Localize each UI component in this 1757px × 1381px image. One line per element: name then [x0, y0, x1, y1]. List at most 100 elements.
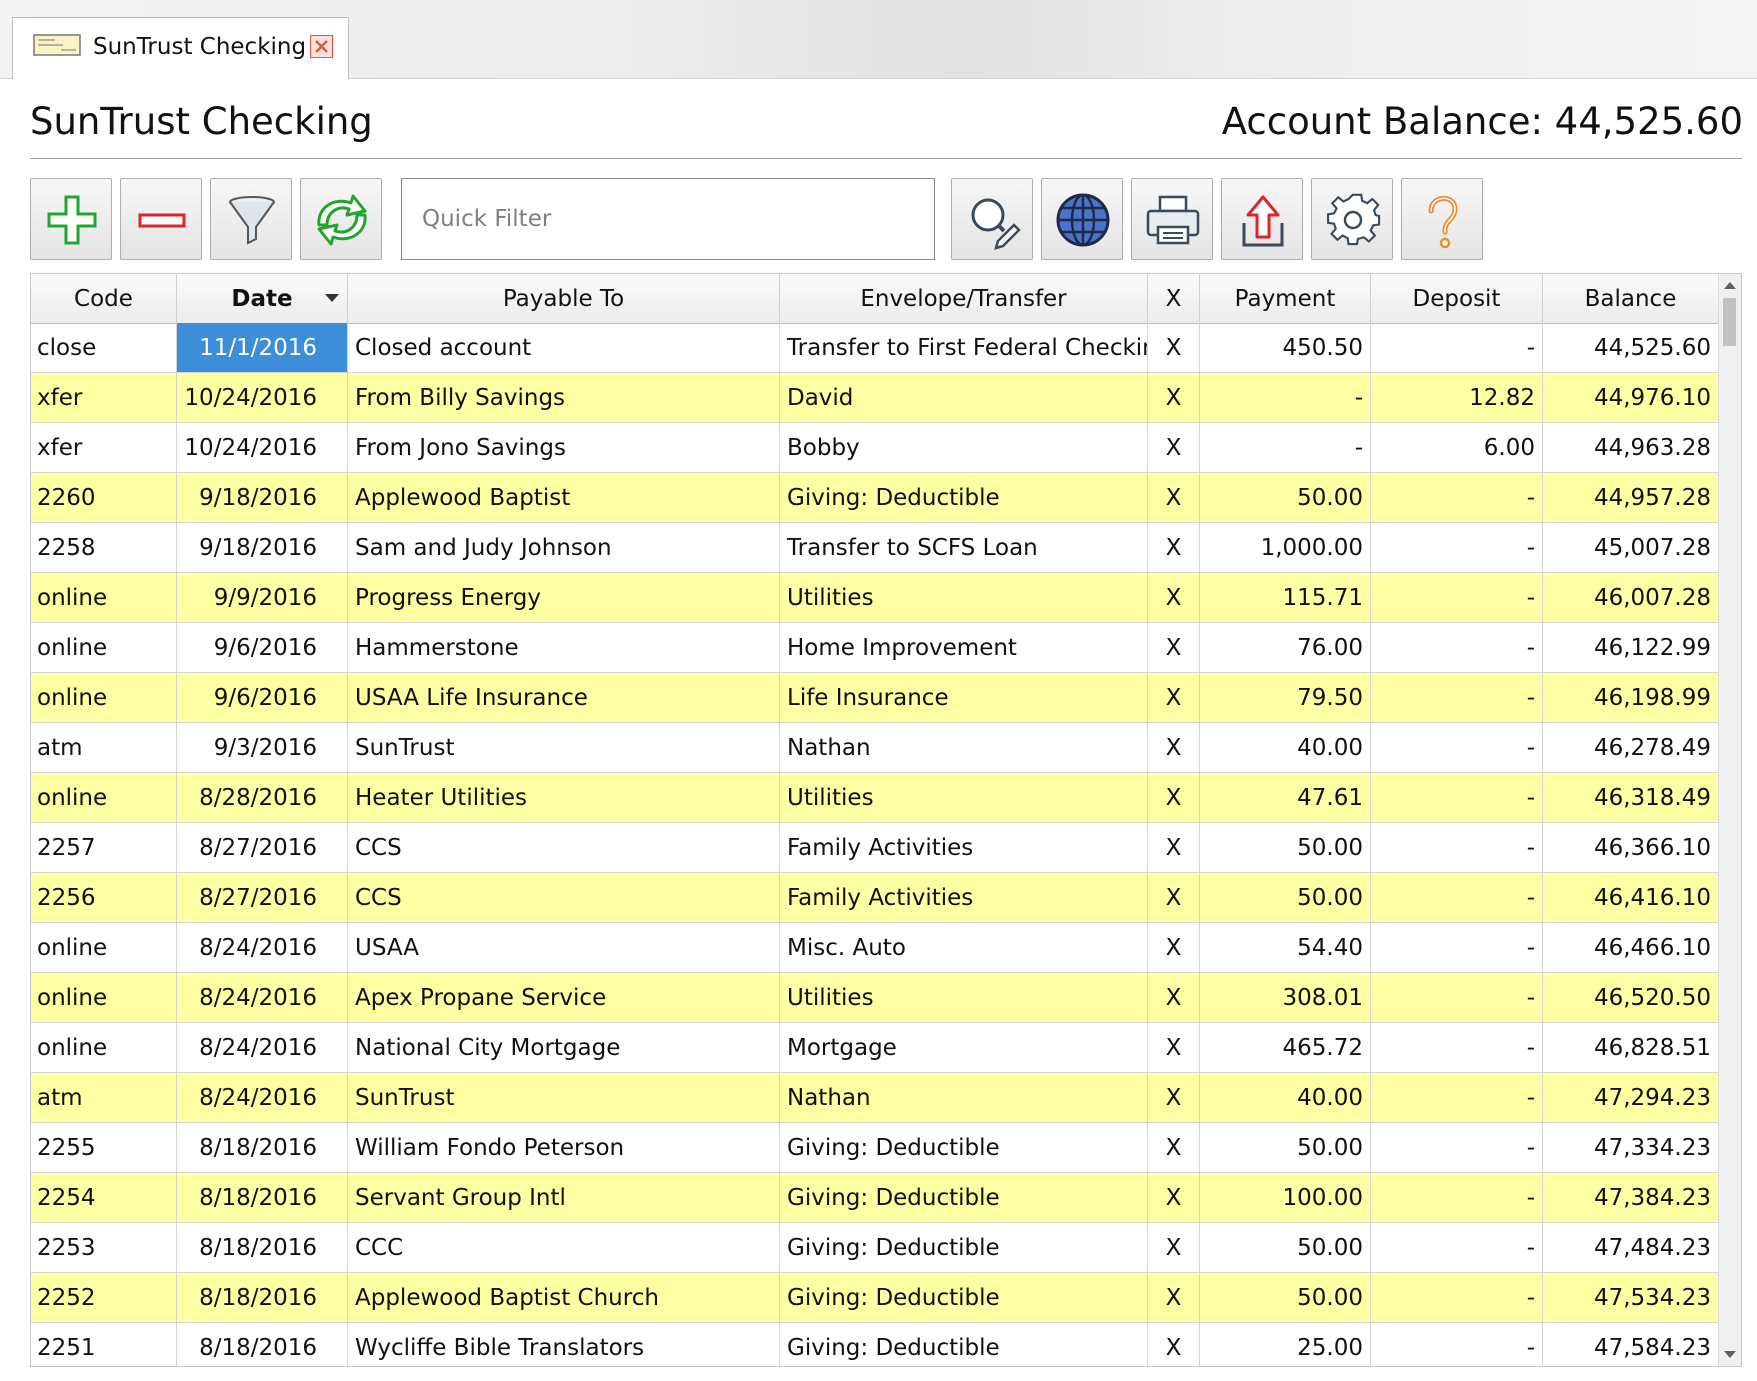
cell-balance[interactable]: 44,525.60: [1543, 323, 1719, 372]
cell-date[interactable]: 8/18/2016: [177, 1223, 348, 1272]
cell-payable-to[interactable]: USAA Life Insurance: [348, 673, 780, 722]
table-row[interactable]: 2256 8/27/2016 CCS Family Activities X 50.00-…: [31, 873, 1719, 923]
cell-payment[interactable]: 308.01: [1200, 973, 1371, 1022]
cell-envelope[interactable]: Mortgage: [780, 1023, 1148, 1072]
cell-envelope[interactable]: Giving: Deductible: [780, 1273, 1148, 1322]
cell-balance[interactable]: 46,318.49: [1543, 773, 1719, 822]
cell-date[interactable]: 8/18/2016: [177, 1273, 348, 1322]
cell-payment[interactable]: 50.00: [1200, 1223, 1371, 1272]
cell-balance[interactable]: 47,484.23: [1543, 1223, 1719, 1272]
cell-cleared[interactable]: X: [1148, 1273, 1200, 1322]
cell-date[interactable]: 8/24/2016: [177, 1073, 348, 1122]
cell-cleared[interactable]: X: [1148, 923, 1200, 972]
cell-envelope[interactable]: Nathan: [780, 723, 1148, 772]
scroll-down-arrow-icon[interactable]: [1724, 1351, 1736, 1358]
help-button[interactable]: [1401, 178, 1483, 260]
table-row[interactable]: online 8/24/2016 USAA Misc. Auto X 54.40-46,4…: [31, 923, 1719, 973]
column-header-payable-to[interactable]: Payable To: [348, 274, 780, 323]
table-row[interactable]: online 9/6/2016 Hammerstone Home Improvemen…: [31, 623, 1719, 673]
cell-envelope[interactable]: Giving: Deductible: [780, 1123, 1148, 1172]
table-row[interactable]: 2255 8/18/2016 William Fondo Peterson Givin…: [31, 1123, 1719, 1173]
cell-cleared[interactable]: X: [1148, 1073, 1200, 1122]
cell-payment[interactable]: 40.00: [1200, 723, 1371, 772]
cell-date[interactable]: 11/1/2016: [177, 323, 348, 372]
delete-transaction-button[interactable]: [120, 178, 202, 260]
column-header-payment[interactable]: Payment: [1200, 274, 1371, 323]
cell-payment[interactable]: 115.71: [1200, 573, 1371, 622]
cell-code[interactable]: online: [31, 623, 177, 672]
cell-date[interactable]: 9/6/2016: [177, 673, 348, 722]
cell-code[interactable]: 2255: [31, 1123, 177, 1172]
cell-envelope[interactable]: David: [780, 373, 1148, 422]
table-row[interactable]: online 8/24/2016 National City Mortgage Mor…: [31, 1023, 1719, 1073]
cell-payment[interactable]: 50.00: [1200, 473, 1371, 522]
cell-payable-to[interactable]: SunTrust: [348, 723, 780, 772]
table-row[interactable]: online 8/24/2016 Apex Propane Service Utili…: [31, 973, 1719, 1023]
cell-date[interactable]: 9/18/2016: [177, 473, 348, 522]
cell-cleared[interactable]: X: [1148, 1323, 1200, 1366]
cell-balance[interactable]: 46,520.50: [1543, 973, 1719, 1022]
cell-payable-to[interactable]: Heater Utilities: [348, 773, 780, 822]
cell-envelope[interactable]: Life Insurance: [780, 673, 1148, 722]
cell-date[interactable]: 8/24/2016: [177, 973, 348, 1022]
cell-cleared[interactable]: X: [1148, 323, 1200, 372]
column-header-date[interactable]: Date: [177, 274, 348, 323]
cell-payment[interactable]: 465.72: [1200, 1023, 1371, 1072]
cell-deposit[interactable]: -: [1371, 473, 1543, 522]
cell-cleared[interactable]: X: [1148, 573, 1200, 622]
cell-deposit[interactable]: 12.82: [1371, 373, 1543, 422]
cell-payment[interactable]: -: [1200, 373, 1371, 422]
cell-cleared[interactable]: X: [1148, 823, 1200, 872]
cell-date[interactable]: 8/18/2016: [177, 1123, 348, 1172]
settings-button[interactable]: [1311, 178, 1393, 260]
cell-deposit[interactable]: -: [1371, 873, 1543, 922]
cell-envelope[interactable]: Giving: Deductible: [780, 473, 1148, 522]
cell-balance[interactable]: 47,334.23: [1543, 1123, 1719, 1172]
cell-cleared[interactable]: X: [1148, 473, 1200, 522]
cell-cleared[interactable]: X: [1148, 1223, 1200, 1272]
cell-cleared[interactable]: X: [1148, 1023, 1200, 1072]
cell-code[interactable]: atm: [31, 1073, 177, 1122]
tab-suntrust-checking[interactable]: SunTrust Checking: [12, 17, 349, 79]
cell-payable-to[interactable]: Sam and Judy Johnson: [348, 523, 780, 572]
cell-balance[interactable]: 47,584.23: [1543, 1323, 1719, 1366]
cell-balance[interactable]: 47,534.23: [1543, 1273, 1719, 1322]
cell-envelope[interactable]: Transfer to First Federal Checking: [780, 323, 1148, 372]
cell-deposit[interactable]: 6.00: [1371, 423, 1543, 472]
cell-payable-to[interactable]: Wycliffe Bible Translators: [348, 1323, 780, 1366]
table-row[interactable]: 2254 8/18/2016 Servant Group Intl Giving: D…: [31, 1173, 1719, 1223]
cell-cleared[interactable]: X: [1148, 1173, 1200, 1222]
cell-code[interactable]: 2257: [31, 823, 177, 872]
cell-balance[interactable]: 45,007.28: [1543, 523, 1719, 572]
cell-code[interactable]: xfer: [31, 373, 177, 422]
cell-payable-to[interactable]: Servant Group Intl: [348, 1173, 780, 1222]
cell-payment[interactable]: 50.00: [1200, 1273, 1371, 1322]
cell-cleared[interactable]: X: [1148, 423, 1200, 472]
cell-payable-to[interactable]: USAA: [348, 923, 780, 972]
cell-payment[interactable]: 50.00: [1200, 823, 1371, 872]
cell-envelope[interactable]: Utilities: [780, 773, 1148, 822]
cell-payment[interactable]: 79.50: [1200, 673, 1371, 722]
sync-button[interactable]: [300, 178, 382, 260]
cell-envelope[interactable]: Bobby: [780, 423, 1148, 472]
cell-cleared[interactable]: X: [1148, 373, 1200, 422]
cell-code[interactable]: 2260: [31, 473, 177, 522]
cell-deposit[interactable]: -: [1371, 323, 1543, 372]
cell-deposit[interactable]: -: [1371, 923, 1543, 972]
cell-payment[interactable]: 50.00: [1200, 1123, 1371, 1172]
cell-envelope[interactable]: Giving: Deductible: [780, 1323, 1148, 1366]
cell-payable-to[interactable]: National City Mortgage: [348, 1023, 780, 1072]
cell-payable-to[interactable]: Applewood Baptist: [348, 473, 780, 522]
table-row[interactable]: atm 9/3/2016 SunTrust Nathan X 40.00-46,278.4…: [31, 723, 1719, 773]
cell-code[interactable]: online: [31, 773, 177, 822]
cell-date[interactable]: 9/3/2016: [177, 723, 348, 772]
cell-payment[interactable]: 450.50: [1200, 323, 1371, 372]
cell-balance[interactable]: 46,416.10: [1543, 873, 1719, 922]
cell-cleared[interactable]: X: [1148, 523, 1200, 572]
cell-deposit[interactable]: -: [1371, 773, 1543, 822]
cell-payable-to[interactable]: From Jono Savings: [348, 423, 780, 472]
cell-cleared[interactable]: X: [1148, 1123, 1200, 1172]
cell-envelope[interactable]: Home Improvement: [780, 623, 1148, 672]
cell-date[interactable]: 8/27/2016: [177, 823, 348, 872]
table-row[interactable]: online 9/9/2016 Progress Energy Utilities X 1…: [31, 573, 1719, 623]
